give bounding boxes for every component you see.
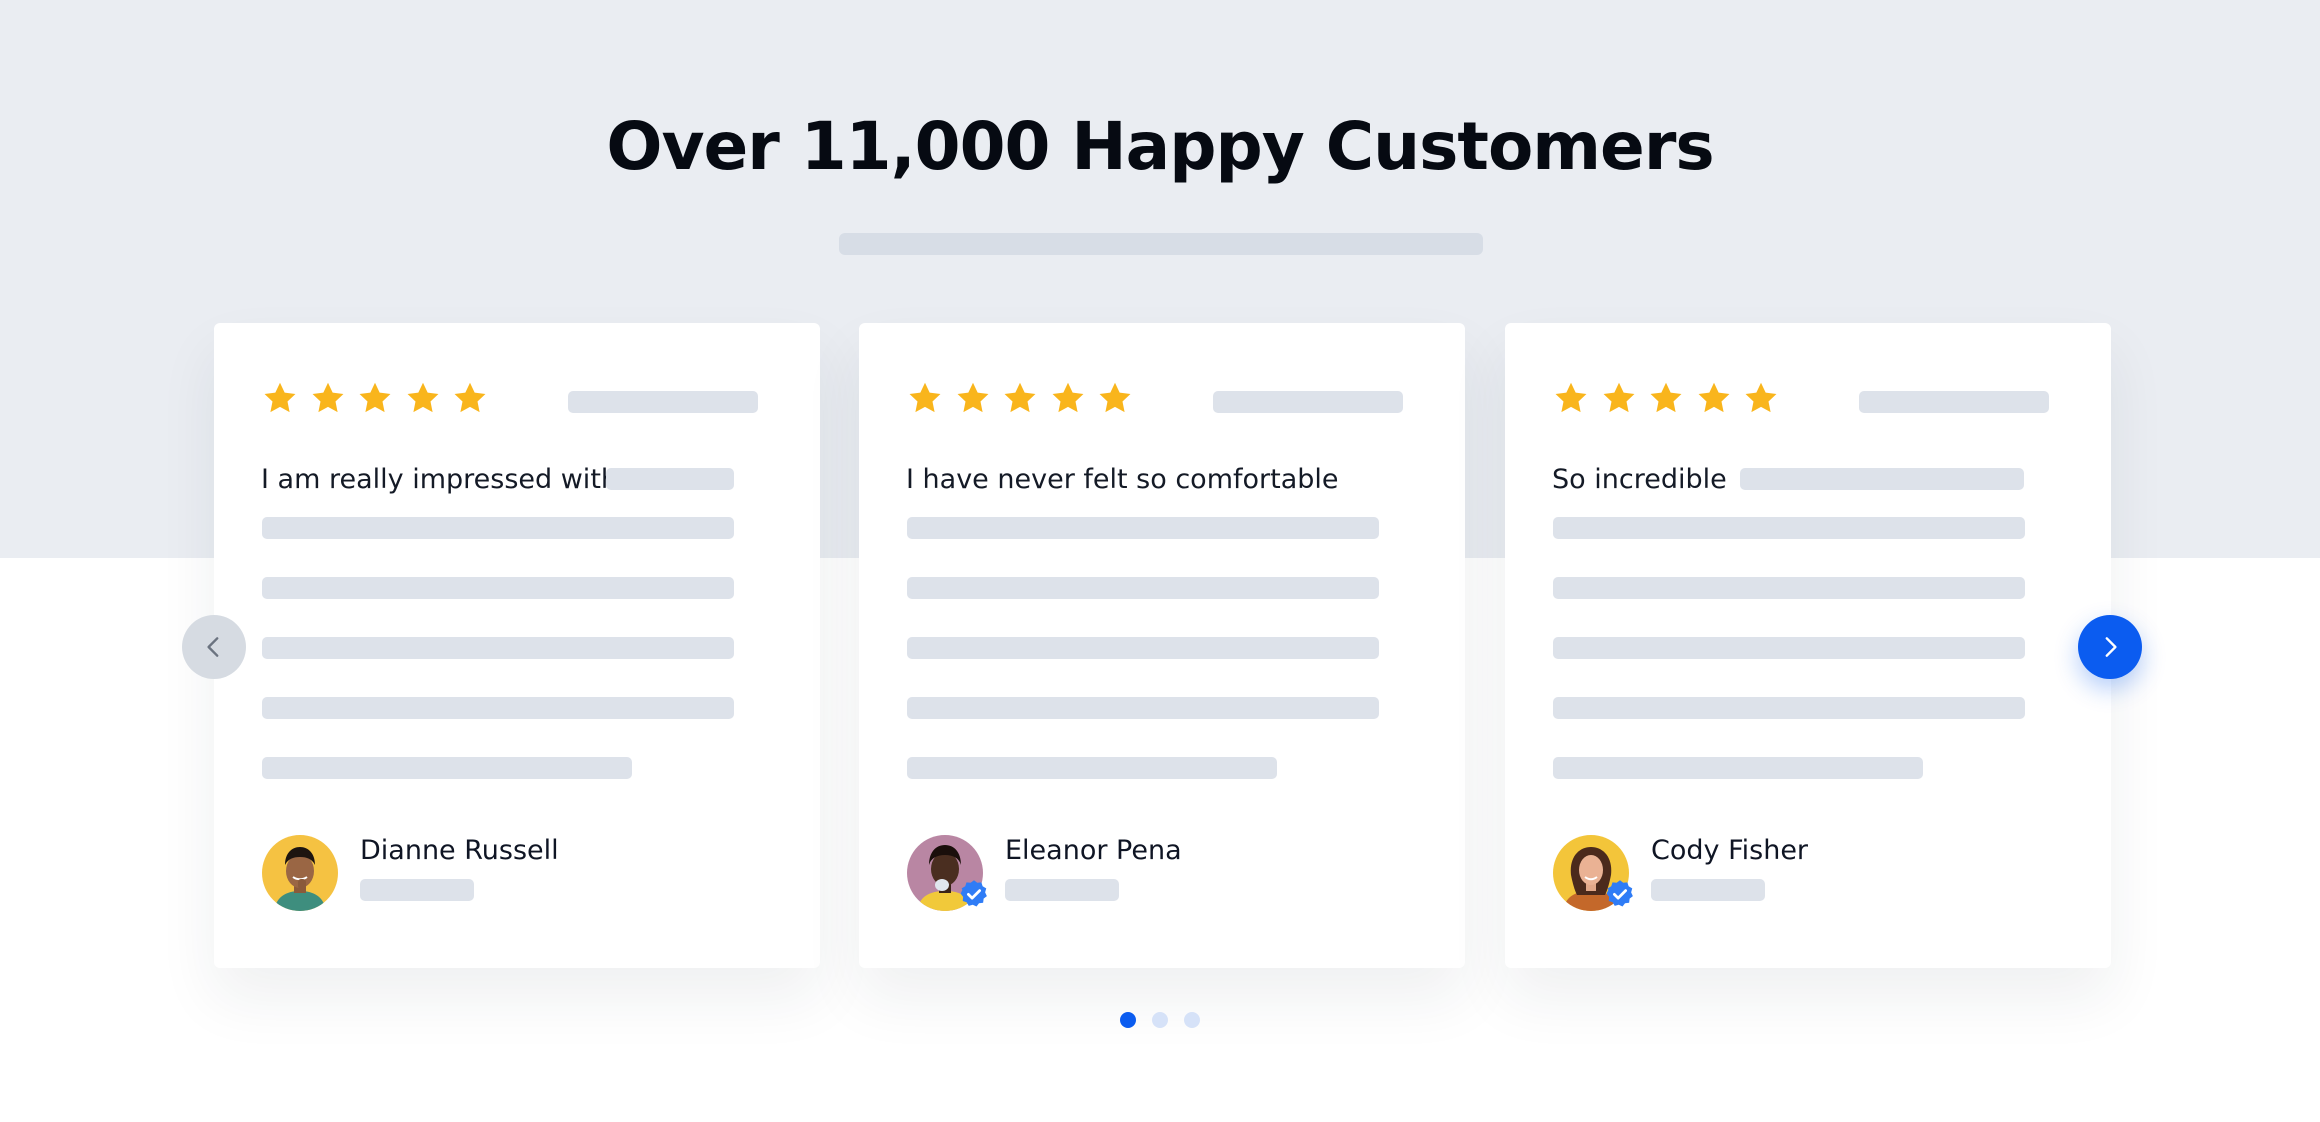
chevron-right-icon [2105,637,2117,657]
avatar [907,835,987,911]
role-placeholder [1005,879,1119,901]
star-icon [1601,380,1637,416]
carousel-prev-button[interactable] [182,615,246,679]
star-rating [907,380,1145,416]
star-rating [1553,380,1791,416]
page-title: Over 11,000 Happy Customers [606,108,1714,185]
text-placeholder [907,697,1379,719]
pagination-dot-active[interactable] [1120,1012,1136,1028]
avatar [1553,835,1633,911]
subtitle-placeholder [839,233,1483,255]
text-placeholder [1553,757,1923,779]
customer-name: Cody Fisher [1651,835,1809,866]
text-placeholder [1553,517,2025,539]
verified-badge-icon [1605,879,1635,909]
customer-name: Eleanor Pena [1005,835,1182,866]
text-placeholder [606,468,734,490]
avatar [262,835,338,911]
star-icon [405,380,441,416]
role-placeholder [1651,879,1765,901]
testimonial-card: I am really impressed with Dianne Russel… [214,323,820,968]
star-icon [1696,380,1732,416]
star-icon [1553,380,1589,416]
date-placeholder [568,391,758,413]
review-headline: I have never felt so comfortable [906,464,1339,495]
text-placeholder [1553,697,2025,719]
chevron-left-icon [207,637,219,657]
text-placeholder [262,577,734,599]
verified-badge-icon [959,879,989,909]
text-placeholder [262,697,734,719]
text-placeholder [907,757,1277,779]
star-icon [310,380,346,416]
text-placeholder [907,517,1379,539]
star-icon [907,380,943,416]
text-placeholder [262,517,734,539]
star-icon [955,380,991,416]
text-placeholder [1740,468,2024,490]
star-icon [262,380,298,416]
star-icon [1002,380,1038,416]
date-placeholder [1859,391,2049,413]
star-icon [452,380,488,416]
text-placeholder [1553,637,2025,659]
pagination-dot[interactable] [1184,1012,1200,1028]
text-placeholder [1553,577,2025,599]
star-icon [1648,380,1684,416]
pagination-dot[interactable] [1152,1012,1168,1028]
star-icon [1050,380,1086,416]
star-rating [262,380,500,416]
text-placeholder [907,577,1379,599]
review-headline: I am really impressed with [261,464,619,495]
review-headline: So incredible [1552,464,1727,495]
star-icon [1743,380,1779,416]
star-icon [1097,380,1133,416]
text-placeholder [262,757,632,779]
customer-name: Dianne Russell [360,835,559,866]
text-placeholder [907,637,1379,659]
carousel-next-button[interactable] [2078,615,2142,679]
testimonial-card: I have never felt so comfortable Eleanor… [859,323,1465,968]
date-placeholder [1213,391,1403,413]
star-icon [357,380,393,416]
role-placeholder [360,879,474,901]
testimonial-card: So incredible Cody Fisher [1505,323,2111,968]
text-placeholder [262,637,734,659]
carousel-pagination [1120,1012,1216,1028]
